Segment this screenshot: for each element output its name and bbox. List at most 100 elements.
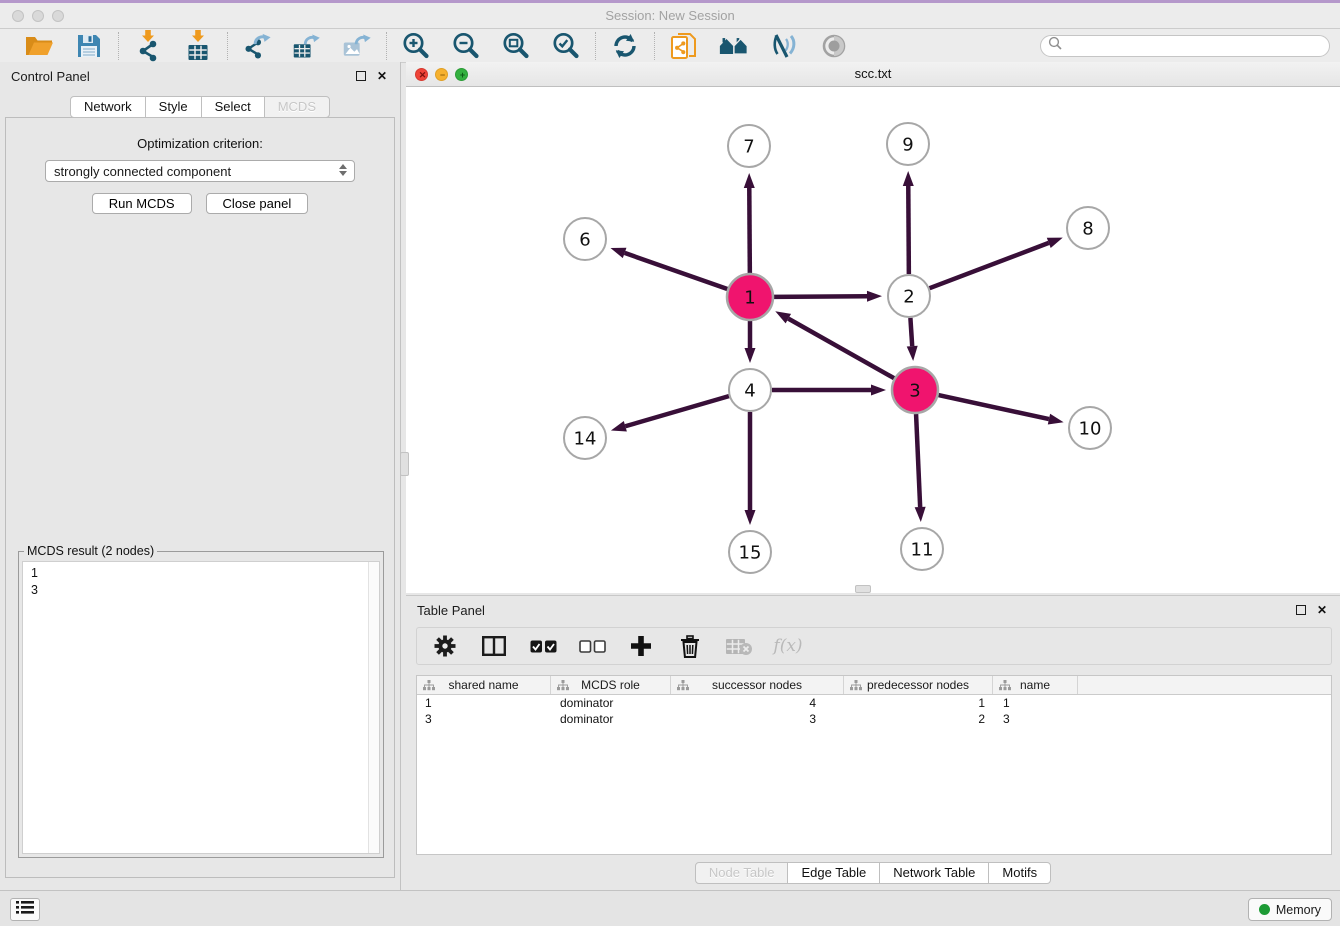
graph-node-8[interactable]: 8: [1067, 207, 1109, 249]
network-window-title: scc.txt: [406, 62, 1340, 86]
run-mcds-button[interactable]: Run MCDS: [92, 193, 192, 214]
table-row[interactable]: 1dominator411: [417, 695, 1331, 711]
toolbar-group: [119, 31, 227, 61]
column-visibility-icon[interactable]: [479, 631, 509, 661]
save-session-icon[interactable]: [74, 31, 104, 61]
tab-edge-table[interactable]: Edge Table: [787, 862, 880, 884]
first-neighbors-icon[interactable]: [719, 31, 749, 61]
criterion-dropdown[interactable]: strongly connected component: [45, 160, 355, 182]
network-maximize-icon[interactable]: +: [455, 68, 468, 81]
close-window-button[interactable]: [12, 10, 24, 22]
graph-node-15[interactable]: 15: [729, 531, 771, 573]
graph-edge-3-11[interactable]: [915, 414, 926, 522]
graph-node-1[interactable]: 1: [727, 274, 773, 320]
open-session-icon[interactable]: [24, 31, 54, 61]
graph-node-7[interactable]: 7: [728, 125, 770, 167]
zoom-out-icon[interactable]: [451, 31, 481, 61]
column-type-icon: [423, 680, 435, 694]
network-close-icon[interactable]: ✕: [415, 68, 428, 81]
tab-select[interactable]: Select: [201, 96, 265, 118]
control-panel-float-icon[interactable]: [356, 71, 366, 81]
toolbar-group: [596, 31, 654, 61]
graph-node-4[interactable]: 4: [729, 369, 771, 411]
export-image-icon[interactable]: [342, 31, 372, 61]
tab-motifs[interactable]: Motifs: [988, 862, 1051, 884]
graph-edge-2-8[interactable]: [930, 238, 1063, 289]
graph-edge-4-14[interactable]: [611, 396, 729, 431]
close-panel-button[interactable]: Close panel: [206, 193, 309, 214]
mcds-result-line: 3: [31, 582, 371, 599]
graph-edge-1-4[interactable]: [745, 321, 756, 363]
import-network-from-file-icon[interactable]: [133, 31, 163, 61]
graph-node-9[interactable]: 9: [887, 123, 929, 165]
tab-node-table[interactable]: Node Table: [695, 862, 789, 884]
tab-network[interactable]: Network: [70, 96, 146, 118]
graph-node-3[interactable]: 3: [892, 367, 938, 413]
column-header-successor-nodes[interactable]: successor nodes: [671, 676, 844, 694]
graph-edge-4-15[interactable]: [745, 412, 756, 525]
search-input[interactable]: [1067, 38, 1322, 54]
export-network-icon[interactable]: [242, 31, 272, 61]
import-table-from-file-icon[interactable]: [183, 31, 213, 61]
result-scrollbar[interactable]: [368, 562, 379, 853]
graph-edge-2-9[interactable]: [903, 171, 914, 274]
apply-preferred-layout-icon[interactable]: [610, 31, 640, 61]
search-box[interactable]: [1040, 35, 1330, 57]
zoom-in-icon[interactable]: [401, 31, 431, 61]
column-header-name[interactable]: name: [993, 676, 1078, 694]
graph-edge-3-10[interactable]: [938, 395, 1063, 424]
edge-arrowhead-icon: [745, 510, 756, 525]
show-graphics-details-icon[interactable]: [769, 31, 799, 61]
memory-button[interactable]: Memory: [1248, 898, 1332, 921]
horizontal-splitter-grip[interactable]: [855, 585, 871, 593]
search-icon: [1048, 36, 1062, 55]
table-cell: 3: [993, 712, 1078, 726]
duplicate-network-icon[interactable]: [669, 31, 699, 61]
export-table-icon[interactable]: [292, 31, 322, 61]
graph-edge-3-1[interactable]: [775, 311, 894, 378]
edge-arrowhead-icon: [867, 291, 882, 302]
graph-node-6[interactable]: 6: [564, 218, 606, 260]
zoom-selected-region-icon[interactable]: [551, 31, 581, 61]
tab-style[interactable]: Style: [145, 96, 202, 118]
graph-edge-1-7[interactable]: [744, 173, 755, 273]
minimize-window-button[interactable]: [32, 10, 44, 22]
graph-edge-1-2[interactable]: [774, 291, 882, 302]
vertical-splitter-grip[interactable]: [400, 452, 409, 476]
table-panel-float-icon[interactable]: [1296, 605, 1306, 615]
column-header-predecessor-nodes[interactable]: predecessor nodes: [844, 676, 993, 694]
column-header-MCDS-role[interactable]: MCDS role: [551, 676, 671, 694]
tab-network-table[interactable]: Network Table: [879, 862, 989, 884]
birds-eye-view-icon[interactable]: [819, 31, 849, 61]
mcds-result-textarea[interactable]: 13: [22, 561, 380, 854]
edge-arrowhead-icon: [610, 248, 626, 258]
tab-mcds[interactable]: MCDS: [264, 96, 330, 118]
zoom-fit-content-icon[interactable]: [501, 31, 531, 61]
task-history-button[interactable]: [10, 898, 40, 921]
mcds-result-line: 1: [31, 565, 371, 582]
add-column-icon[interactable]: [626, 631, 656, 661]
network-canvas[interactable]: 7 9 6 8 1 2 4 3 14 10 15 11: [406, 87, 1340, 593]
dropdown-stepper-icon: [339, 164, 347, 176]
graph-edge-2-3[interactable]: [907, 318, 918, 361]
graph-edge-4-3[interactable]: [772, 385, 886, 396]
graph-node-14[interactable]: 14: [564, 417, 606, 459]
graph-edge-1-6[interactable]: [610, 248, 727, 289]
graph-node-label: 11: [911, 540, 934, 561]
select-all-rows-icon[interactable]: [528, 631, 558, 661]
table-panel-close-icon[interactable]: [1317, 604, 1329, 616]
deselect-all-rows-icon[interactable]: [577, 631, 607, 661]
zoom-window-button[interactable]: [52, 10, 64, 22]
delete-columns-icon[interactable]: [675, 631, 705, 661]
column-type-icon: [677, 680, 689, 694]
table-row[interactable]: 3dominator323: [417, 711, 1331, 727]
graph-node-10[interactable]: 10: [1069, 407, 1111, 449]
graph-node-11[interactable]: 11: [901, 528, 943, 570]
network-window-titlebar[interactable]: ✕ − + scc.txt: [406, 62, 1340, 87]
network-minimize-icon[interactable]: −: [435, 68, 448, 81]
table-settings-icon[interactable]: [430, 631, 460, 661]
column-header-shared-name[interactable]: shared name: [417, 676, 551, 694]
control-panel-close-icon[interactable]: [377, 70, 389, 82]
toolbar-group: [655, 31, 863, 61]
graph-node-2[interactable]: 2: [888, 275, 930, 317]
